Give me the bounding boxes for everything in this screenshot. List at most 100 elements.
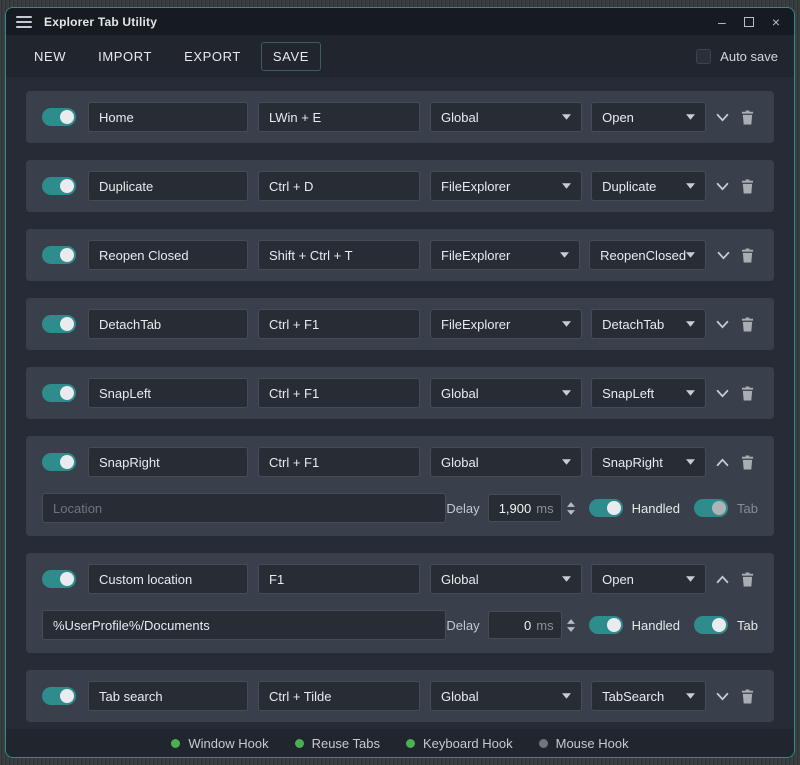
- scope-select[interactable]: Global: [430, 564, 582, 594]
- expand-collapse-button[interactable]: [713, 381, 734, 405]
- status-reuse-tabs: Reuse Tabs: [295, 736, 380, 751]
- action-select[interactable]: DetachTab: [591, 309, 705, 339]
- expand-collapse-button[interactable]: [713, 450, 734, 474]
- handled-toggle[interactable]: [589, 499, 623, 517]
- tab-toggle[interactable]: [694, 499, 728, 517]
- hotkey-input[interactable]: [258, 564, 420, 594]
- status-label: Window Hook: [188, 736, 268, 751]
- dropdown-arrow-icon: [686, 252, 695, 258]
- hotkey-input[interactable]: [258, 681, 420, 711]
- hotkey-input[interactable]: [258, 447, 420, 477]
- trash-icon: [741, 689, 754, 704]
- scope-select[interactable]: Global: [430, 681, 582, 711]
- enabled-toggle[interactable]: [42, 384, 76, 402]
- status-dot-icon: [295, 739, 304, 748]
- expand-collapse-button[interactable]: [713, 312, 734, 336]
- delay-spinner[interactable]: [567, 619, 575, 632]
- hotkey-row-main: Global Open: [42, 553, 758, 605]
- delay-unit: ms: [536, 618, 553, 633]
- hotkey-input[interactable]: [258, 309, 420, 339]
- scope-select[interactable]: FileExplorer: [430, 240, 580, 270]
- minimize-button[interactable]: –: [718, 15, 726, 29]
- toggle-knob: [607, 618, 621, 632]
- trash-icon: [741, 248, 754, 263]
- action-select[interactable]: TabSearch: [591, 681, 705, 711]
- action-select[interactable]: Open: [591, 102, 705, 132]
- scope-select[interactable]: Global: [430, 447, 582, 477]
- dropdown-arrow-icon: [686, 390, 695, 396]
- enabled-toggle[interactable]: [42, 315, 76, 333]
- chevron-icon: [716, 320, 729, 329]
- name-input[interactable]: [88, 681, 248, 711]
- delete-button[interactable]: [737, 312, 758, 336]
- menu-import-button[interactable]: IMPORT: [86, 42, 164, 71]
- delay-label: Delay: [446, 501, 479, 516]
- action-select[interactable]: SnapRight: [591, 447, 705, 477]
- name-input[interactable]: [88, 564, 248, 594]
- menu-export-button[interactable]: EXPORT: [172, 42, 253, 71]
- enabled-toggle[interactable]: [42, 177, 76, 195]
- hotkey-row: FileExplorer ReopenClosed: [26, 229, 774, 281]
- hotkey-list: Global Open: [6, 77, 794, 729]
- location-input[interactable]: [42, 610, 446, 640]
- maximize-button[interactable]: [744, 17, 754, 27]
- tab-toggle[interactable]: [694, 616, 728, 634]
- hotkey-input[interactable]: [258, 102, 420, 132]
- expand-collapse-button[interactable]: [713, 567, 734, 591]
- enabled-toggle[interactable]: [42, 687, 76, 705]
- menu-save-button[interactable]: SAVE: [261, 42, 321, 71]
- name-input[interactable]: [88, 171, 248, 201]
- scope-select[interactable]: FileExplorer: [430, 171, 582, 201]
- enabled-toggle[interactable]: [42, 108, 76, 126]
- expand-collapse-button[interactable]: [713, 105, 734, 129]
- toggle-knob: [712, 501, 726, 515]
- expand-collapse-button[interactable]: [713, 243, 733, 267]
- delay-input[interactable]: 0 ms: [488, 611, 562, 639]
- expand-collapse-button[interactable]: [713, 684, 734, 708]
- hotkey-input[interactable]: [258, 240, 420, 270]
- hotkey-row: FileExplorer Duplicate: [26, 160, 774, 212]
- action-select[interactable]: ReopenClosed: [589, 240, 706, 270]
- name-input[interactable]: [88, 102, 248, 132]
- name-input[interactable]: [88, 309, 248, 339]
- delete-button[interactable]: [737, 450, 758, 474]
- delete-button[interactable]: [737, 567, 758, 591]
- expand-collapse-button[interactable]: [713, 174, 734, 198]
- name-input[interactable]: [88, 447, 248, 477]
- handled-toggle[interactable]: [589, 616, 623, 634]
- close-button[interactable]: ×: [772, 15, 780, 29]
- spinner-up-icon: [567, 619, 575, 624]
- scope-select[interactable]: Global: [430, 102, 582, 132]
- hamburger-menu-icon[interactable]: [16, 16, 32, 28]
- menu-new-button[interactable]: NEW: [22, 42, 78, 71]
- location-input[interactable]: [42, 493, 446, 523]
- enabled-toggle[interactable]: [42, 246, 76, 264]
- status-label: Mouse Hook: [556, 736, 629, 751]
- enabled-toggle[interactable]: [42, 570, 76, 588]
- scope-select[interactable]: Global: [430, 378, 582, 408]
- auto-save-checkbox[interactable]: [696, 49, 711, 64]
- delay-label: Delay: [446, 618, 479, 633]
- delay-input[interactable]: 1,900 ms: [488, 494, 562, 522]
- auto-save-label: Auto save: [720, 49, 778, 64]
- dropdown-arrow-icon: [686, 114, 695, 120]
- hotkey-input[interactable]: [258, 378, 420, 408]
- enabled-toggle[interactable]: [42, 453, 76, 471]
- delay-value: 1,900: [496, 501, 532, 516]
- delete-button[interactable]: [737, 105, 758, 129]
- action-select[interactable]: SnapLeft: [591, 378, 705, 408]
- chevron-icon: [716, 575, 729, 584]
- hotkey-input[interactable]: [258, 171, 420, 201]
- spinner-down-icon: [567, 627, 575, 632]
- delete-button[interactable]: [738, 243, 758, 267]
- name-input[interactable]: [88, 240, 248, 270]
- delete-button[interactable]: [737, 381, 758, 405]
- delete-button[interactable]: [737, 174, 758, 198]
- scope-select[interactable]: FileExplorer: [430, 309, 582, 339]
- delete-button[interactable]: [737, 684, 758, 708]
- hotkey-row: Global TabSearch: [26, 670, 774, 722]
- action-select[interactable]: Open: [591, 564, 705, 594]
- name-input[interactable]: [88, 378, 248, 408]
- delay-spinner[interactable]: [567, 502, 575, 515]
- action-select[interactable]: Duplicate: [591, 171, 705, 201]
